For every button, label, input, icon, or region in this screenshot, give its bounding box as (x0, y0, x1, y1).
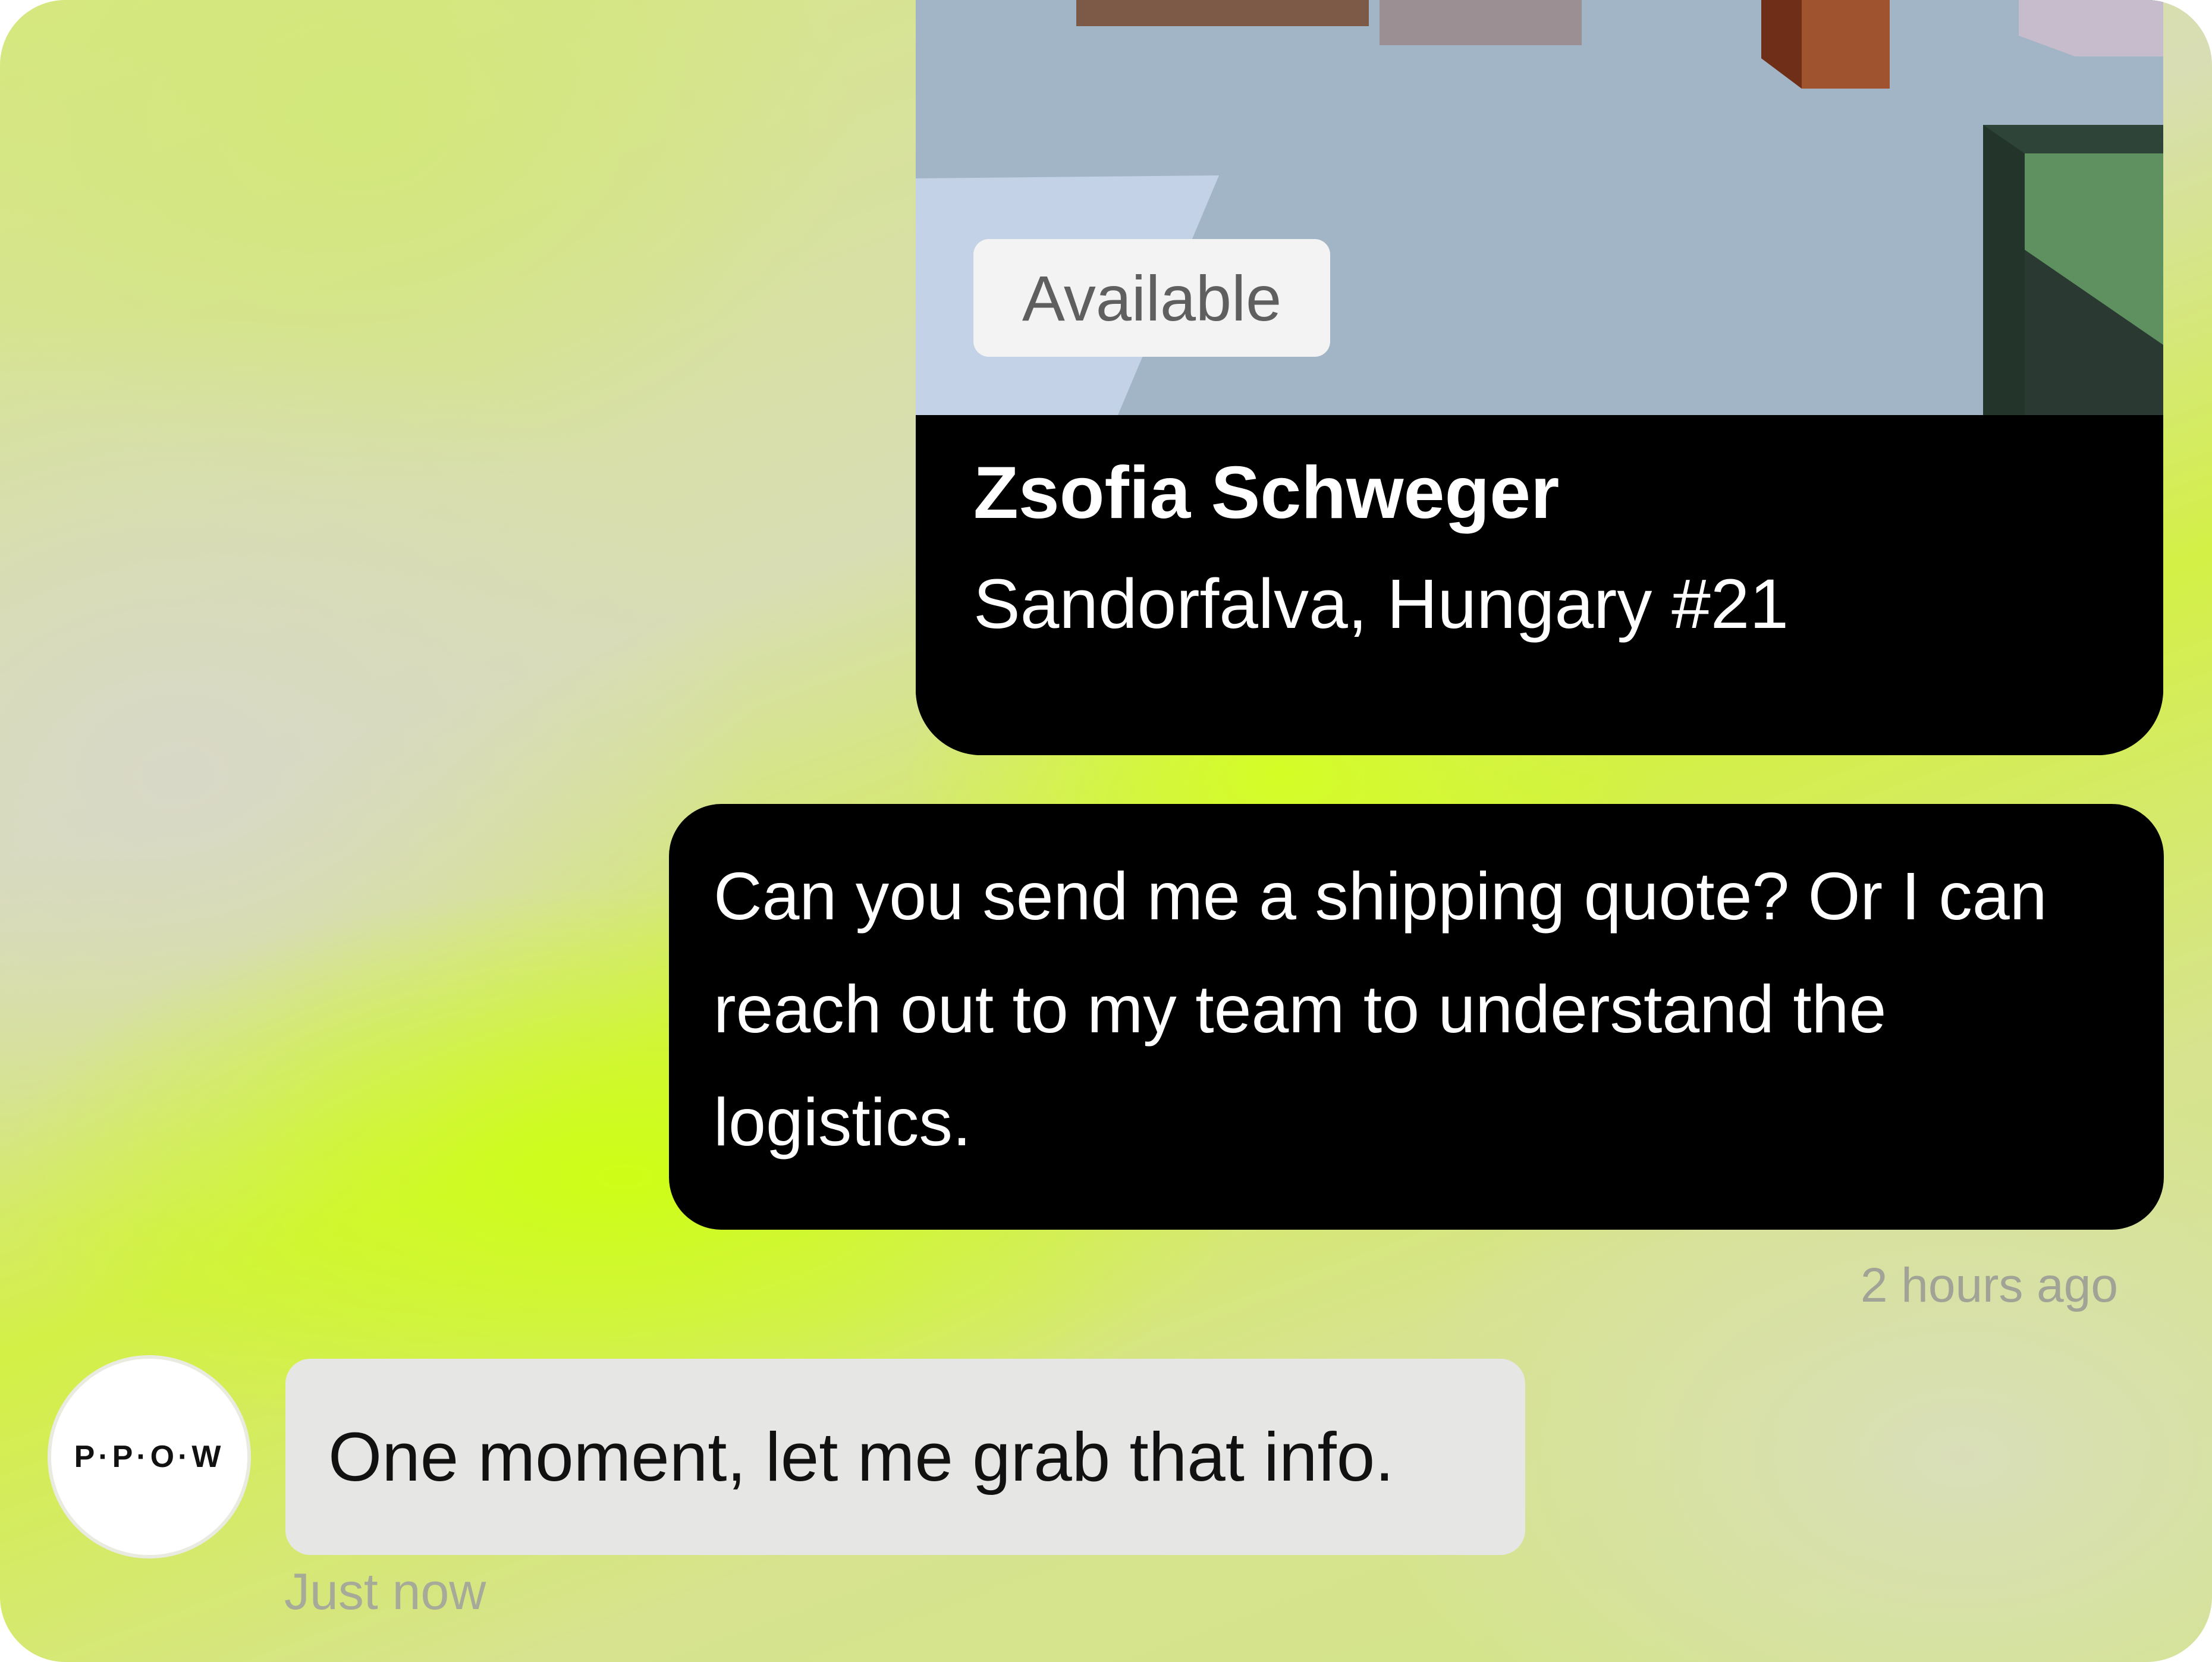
artwork-card[interactable]: Available Zsofia Schweger Sandorfalva, H… (916, 0, 2163, 755)
availability-badge: Available (973, 239, 1330, 357)
artwork-title: Sandorfalva, Hungary #21 (973, 565, 1789, 643)
artwork-info: Zsofia Schweger Sandorfalva, Hungary #21 (916, 415, 2163, 755)
gallery-avatar[interactable]: P·P·O·W (51, 1359, 247, 1555)
incoming-message-timestamp: Just now (284, 1563, 486, 1620)
incoming-message-text: One moment, let me grab that info. (328, 1418, 1394, 1496)
avatar-logo-text: P·P·O·W (74, 1440, 225, 1474)
incoming-message-bubble[interactable]: One moment, let me grab that info. (285, 1359, 1525, 1555)
artist-name: Zsofia Schweger (973, 452, 1560, 534)
outgoing-message-timestamp: 2 hours ago (1860, 1258, 2118, 1312)
chat-background: Available Zsofia Schweger Sandorfalva, H… (0, 0, 2212, 1662)
outgoing-message-text: Can you send me a shipping quote? Or I c… (714, 859, 2047, 1160)
outgoing-message-bubble[interactable]: Can you send me a shipping quote? Or I c… (669, 804, 2164, 1230)
artwork-image[interactable]: Available (916, 0, 2163, 415)
